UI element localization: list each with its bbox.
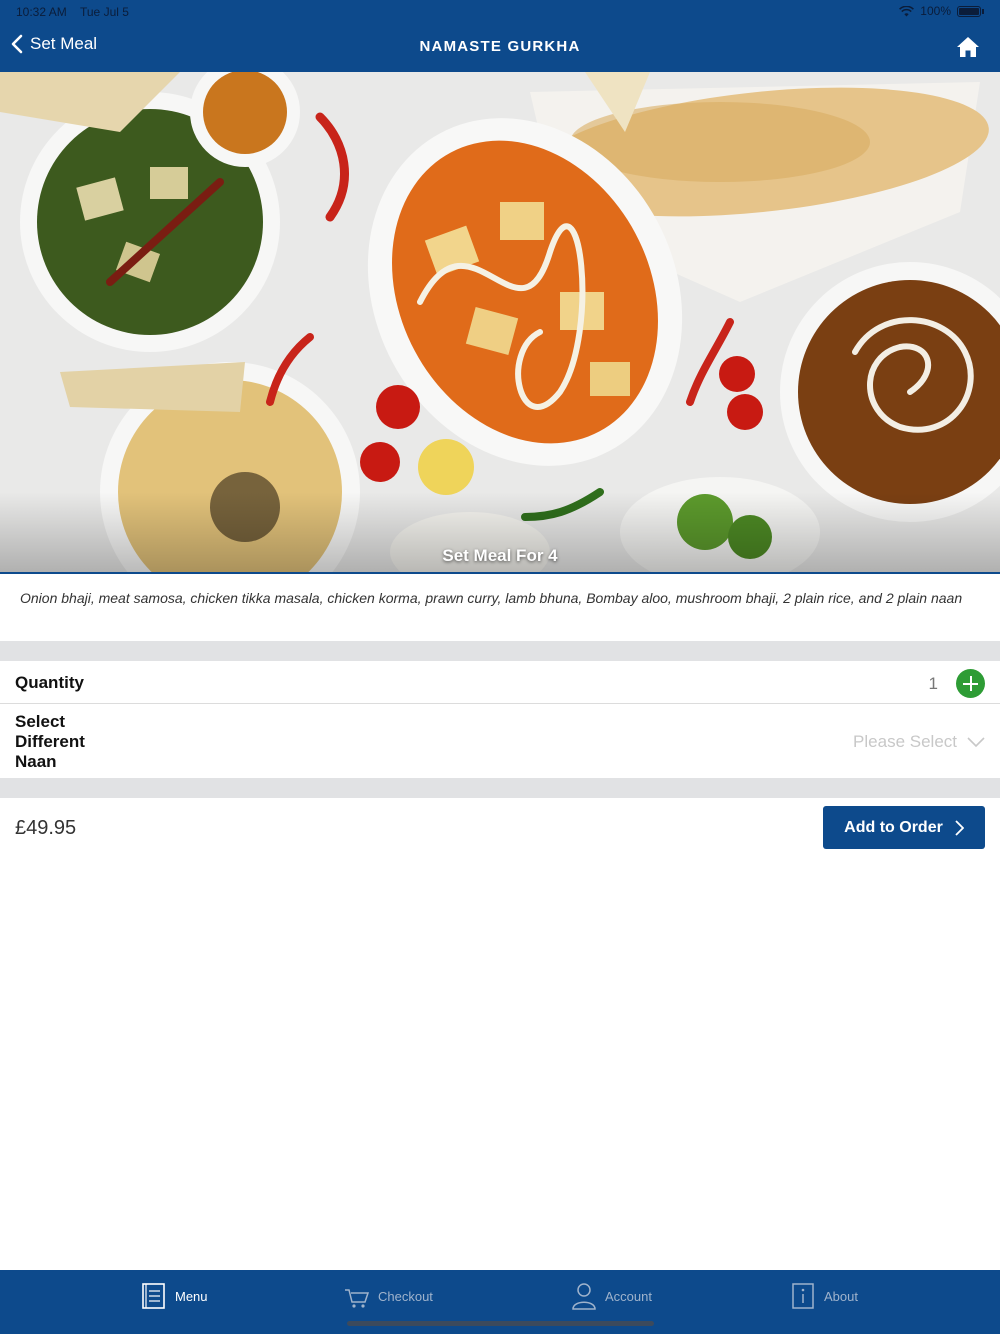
info-icon [792, 1283, 814, 1309]
tab-checkout-label: Checkout [378, 1288, 433, 1304]
quantity-label: Quantity [15, 673, 84, 692]
tab-checkout[interactable]: Checkout [344, 1282, 433, 1310]
status-date: Tue Jul 5 [80, 5, 129, 19]
page-title: NAMASTE GURKHA [419, 38, 581, 55]
add-to-order-button[interactable]: Add to Order [823, 806, 985, 849]
tab-account-label: Account [605, 1288, 652, 1304]
quantity-row: Quantity 1 [0, 661, 1000, 703]
menu-icon [142, 1283, 165, 1309]
tab-menu-label: Menu [175, 1288, 208, 1304]
wifi-icon [899, 5, 915, 16]
add-to-order-label: Add to Order [844, 818, 943, 836]
naan-select-placeholder: Please Select [853, 732, 957, 751]
naan-select-row[interactable]: Select Different Naan Please Select [0, 704, 1000, 778]
section-separator [0, 641, 1000, 661]
tab-about[interactable]: About [790, 1282, 858, 1310]
cart-icon [345, 1289, 370, 1308]
battery-icon [957, 5, 981, 17]
status-bar: 10:32 AM Tue Jul 5 100% [0, 0, 1000, 24]
quantity-value: 1 [928, 674, 938, 693]
chevron-down-icon [967, 736, 985, 747]
naan-select-label: Select Different Naan [15, 712, 85, 771]
meal-description: Onion bhaji, meat samosa, chicken tikka … [20, 590, 963, 606]
battery-percent: 100% [920, 4, 951, 18]
battery-tip [982, 8, 984, 14]
status-time: 10:32 AM [16, 5, 67, 19]
meal-title: Set Meal For 4 [442, 546, 558, 565]
naan-select-dropdown[interactable]: Please Select [853, 732, 985, 752]
section-separator [0, 778, 1000, 798]
quantity-increment-button[interactable] [956, 669, 985, 698]
screen: 10:32 AM Tue Jul 5 100% Set Meal NAMASTE… [0, 0, 1000, 1334]
tab-about-label: About [824, 1288, 858, 1304]
meal-price: £49.95 [15, 817, 77, 839]
person-icon [572, 1283, 596, 1310]
status-right: 100% [899, 4, 984, 18]
meal-photo-illustration [0, 72, 1000, 572]
home-indicator [347, 1321, 654, 1326]
home-icon[interactable] [956, 36, 980, 58]
chevron-right-icon [955, 819, 964, 836]
meal-image: Set Meal For 4 [0, 72, 1000, 574]
tab-account[interactable]: Account [571, 1282, 652, 1310]
nav-bar: 10:32 AM Tue Jul 5 100% Set Meal NAMASTE… [0, 0, 1000, 72]
tab-menu[interactable]: Menu [141, 1282, 208, 1310]
